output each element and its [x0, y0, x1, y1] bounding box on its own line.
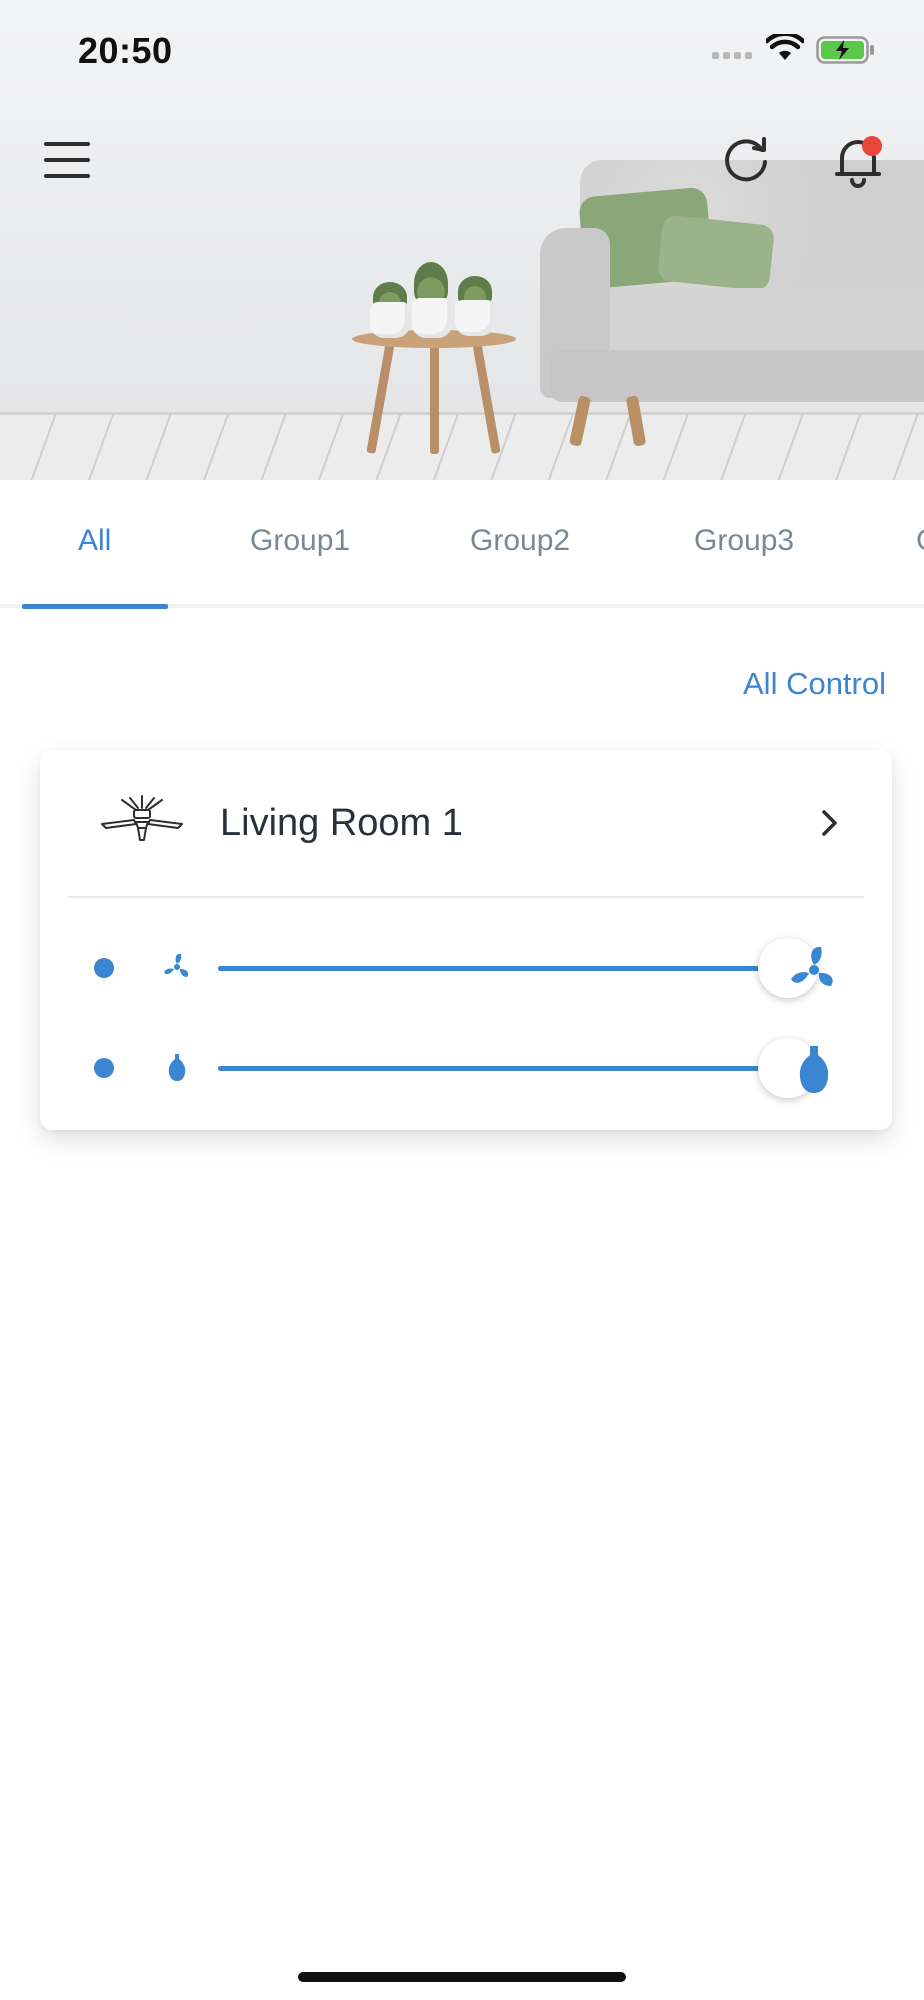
fan-small-icon — [164, 953, 189, 977]
tab-group3[interactable]: Group3 — [694, 524, 794, 558]
fan-power-dot[interactable] — [94, 958, 114, 978]
card-divider — [68, 896, 864, 898]
sofa-illustration — [540, 160, 924, 447]
fan-control-row — [40, 928, 892, 1008]
plant-pot — [370, 302, 410, 338]
ceiling-fan-icon — [101, 795, 183, 841]
all-control-link[interactable]: All Control — [743, 666, 886, 702]
device-card-header[interactable]: Living Room 1 — [40, 750, 892, 896]
home-indicator — [298, 1972, 626, 1982]
menu-icon[interactable] — [38, 134, 96, 186]
fan-large-icon — [791, 946, 833, 986]
bulb-large-icon — [799, 1046, 829, 1093]
status-bar: 20:50 — [0, 0, 924, 100]
notification-badge — [862, 136, 882, 156]
tab-all[interactable]: All — [78, 524, 111, 558]
light-brightness-slider[interactable] — [218, 1038, 818, 1098]
light-slider-fill — [218, 1066, 788, 1071]
plant-pot — [412, 298, 452, 338]
active-tab-indicator — [22, 604, 168, 609]
refresh-icon[interactable] — [718, 132, 774, 188]
room-name: Living Room 1 — [220, 802, 463, 844]
light-power-dot[interactable] — [94, 1058, 114, 1078]
tab-next-partial[interactable]: G — [916, 524, 924, 558]
tab-group2[interactable]: Group2 — [470, 524, 570, 558]
fan-slider-fill — [218, 966, 788, 971]
app-screen: 20:50 All Group1 Group2 Group3 G — [0, 0, 924, 2000]
battery-charging-icon — [816, 36, 874, 64]
light-control-row — [40, 1028, 892, 1108]
group-tab-bar: All Group1 Group2 Group3 G — [0, 480, 924, 608]
device-card: Living Room 1 — [40, 750, 892, 1130]
plant-pot — [455, 300, 495, 336]
fan-speed-slider[interactable] — [218, 938, 818, 998]
side-table-illustration — [352, 330, 516, 460]
wifi-icon — [766, 34, 804, 60]
signal-icon — [712, 52, 752, 59]
tab-group1[interactable]: Group1 — [250, 524, 350, 558]
bulb-small-icon — [168, 1054, 186, 1081]
chevron-right-icon[interactable] — [820, 808, 840, 838]
status-time: 20:50 — [78, 30, 173, 71]
